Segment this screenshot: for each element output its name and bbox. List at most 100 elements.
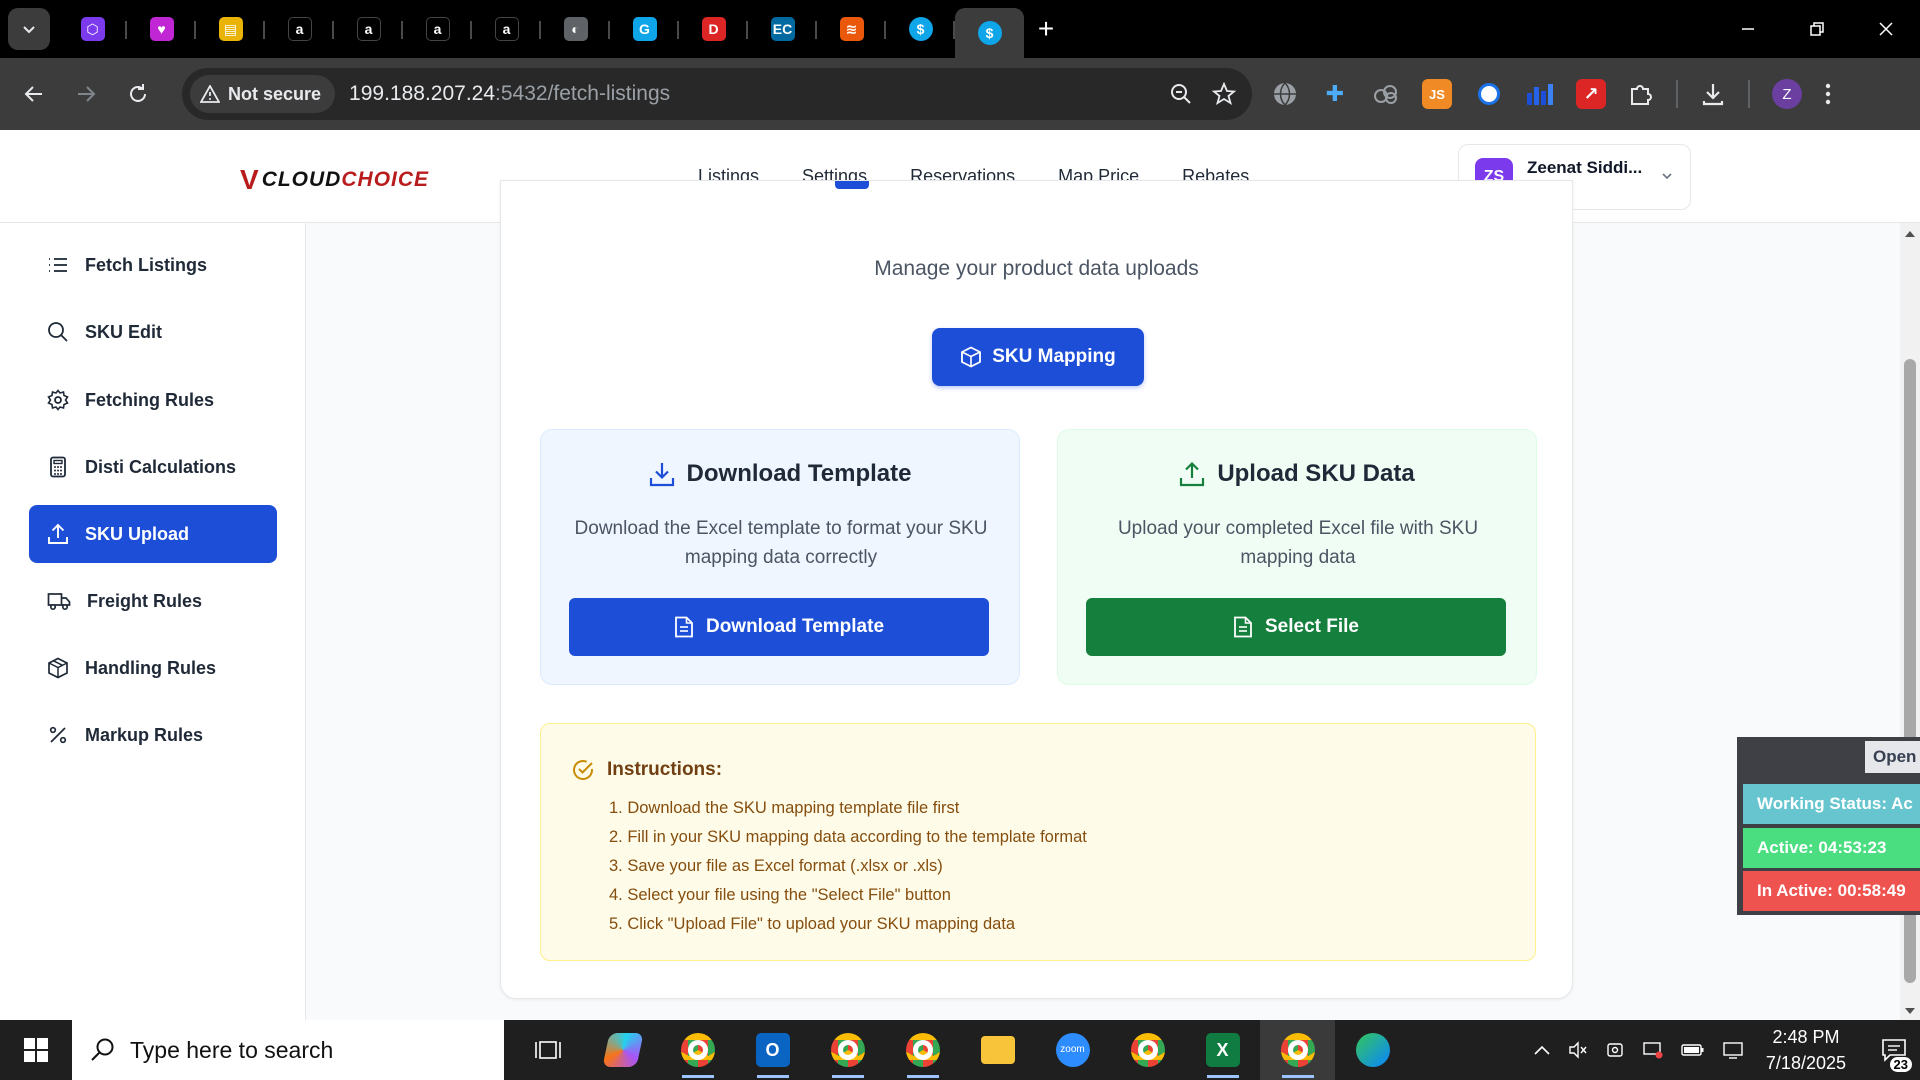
browser-tab[interactable]: G <box>610 7 679 51</box>
sidebar-item-disti-calculations[interactable]: Disti Calculations <box>29 438 277 496</box>
sidebar-item-fetch-listings[interactable]: Fetch Listings <box>29 236 277 294</box>
taskbar-excel[interactable]: X <box>1185 1020 1260 1080</box>
address-bar[interactable]: Not secure 199.188.207.24:5432/fetch-lis… <box>182 68 1252 120</box>
browser-tab[interactable]: a <box>472 7 541 51</box>
profile-avatar[interactable]: Z <box>1772 79 1802 109</box>
browser-tab[interactable]: ◐ <box>541 7 610 51</box>
plus-extension-icon[interactable]: ✚ <box>1320 79 1350 109</box>
taskbar-zoom[interactable]: zoom <box>1035 1020 1110 1080</box>
start-button[interactable] <box>0 1020 72 1080</box>
notification-count-badge: 23 <box>1889 1057 1912 1072</box>
sidebar-item-handling-rules[interactable]: Handling Rules <box>29 639 277 697</box>
zoom-app-icon: zoom <box>1055 1033 1090 1067</box>
arrow-extension-icon[interactable]: ↗ <box>1576 79 1606 109</box>
back-button[interactable] <box>8 68 60 120</box>
forward-button[interactable] <box>60 68 112 120</box>
minimize-button[interactable] <box>1713 0 1782 58</box>
sidebar-item-fetching-rules[interactable]: Fetching Rules <box>29 371 277 429</box>
sidebar-item-freight-rules[interactable]: Freight Rules <box>29 572 277 630</box>
taskbar-chrome[interactable] <box>1110 1020 1185 1080</box>
reload-button[interactable] <box>112 68 164 120</box>
url-host: 199.188.207.24 <box>349 82 496 105</box>
brand-logo[interactable]: V CLOUD CHOICE <box>240 164 429 196</box>
browser-tab[interactable]: a <box>265 7 334 51</box>
taskbar-chrome-active[interactable] <box>1260 1020 1335 1080</box>
taskbar-chrome-profile-1[interactable] <box>660 1020 735 1080</box>
dollar-icon: $ <box>908 17 933 41</box>
download-icon[interactable] <box>1700 81 1726 107</box>
edge-icon <box>1355 1033 1390 1067</box>
select-file-button[interactable]: Select File <box>1086 598 1506 656</box>
taskbar-file-explorer[interactable] <box>960 1020 1035 1080</box>
upload-panel-description: Upload your completed Excel file with SK… <box>1117 518 1479 568</box>
tab-active[interactable]: $ <box>955 8 1024 58</box>
browser-tab[interactable]: ≋ <box>817 7 886 51</box>
taskbar-chrome-profile-3[interactable] <box>885 1020 960 1080</box>
taskbar-edge[interactable] <box>1335 1020 1410 1080</box>
browser-tab[interactable]: ⬡ <box>58 7 127 51</box>
notification-center-button[interactable]: 23 <box>1868 1020 1920 1080</box>
display-alert-icon[interactable] <box>1642 1040 1664 1060</box>
url-text[interactable]: 199.188.207.24:5432/fetch-listings <box>349 82 670 106</box>
chrome-icon <box>1280 1033 1315 1067</box>
globe-extension-icon[interactable] <box>1272 81 1298 107</box>
percent-icon <box>49 726 67 744</box>
meet-now-icon[interactable] <box>1605 1040 1625 1060</box>
upload-management-card: Manage your product data uploads SKU Map… <box>500 180 1573 999</box>
taskbar-search[interactable]: Type here to search <box>72 1020 504 1080</box>
browser-tab[interactable]: ▤ <box>196 7 265 51</box>
circle-extension-icon[interactable] <box>1474 79 1504 109</box>
reload-icon <box>130 84 146 102</box>
bookmark-star-icon[interactable] <box>1212 82 1236 106</box>
kebab-menu-icon[interactable] <box>1824 82 1832 106</box>
tab-search-button[interactable] <box>8 8 50 50</box>
bar-chart-extension-icon[interactable] <box>1526 81 1554 107</box>
sidebar-item-sku-edit[interactable]: SKU Edit <box>29 303 277 361</box>
restore-button[interactable] <box>1782 0 1851 58</box>
taskbar-outlook[interactable]: O <box>735 1020 810 1080</box>
puzzle-extensions-icon[interactable] <box>1628 81 1654 107</box>
scroll-up-arrow-icon[interactable] <box>1900 227 1920 241</box>
sku-mapping-label: SKU Mapping <box>992 346 1116 367</box>
site-security-chip[interactable]: Not secure <box>190 75 336 113</box>
truck-icon <box>47 593 71 611</box>
instruction-step: 4. Select your file using the "Select Fi… <box>609 886 951 904</box>
new-tab-button[interactable]: + <box>1024 7 1068 51</box>
browser-tab[interactable]: a <box>334 7 403 51</box>
package-icon <box>48 657 68 679</box>
notebook-icon: ▤ <box>218 17 243 41</box>
download-template-button[interactable]: Download Template <box>569 598 989 656</box>
toolbar-separator <box>1676 80 1678 108</box>
browser-tab[interactable]: $ <box>886 7 955 51</box>
taskbar-clock[interactable]: 2:48 PM 7/18/2025 <box>1766 1024 1846 1076</box>
cloud-extension-icon[interactable] <box>1372 83 1400 105</box>
network-icon[interactable] <box>1722 1040 1744 1060</box>
sidebar-item-sku-upload[interactable]: SKU Upload <box>29 505 277 563</box>
js-extension-icon[interactable]: JS <box>1422 79 1452 109</box>
scroll-down-arrow-icon[interactable] <box>1900 1004 1920 1018</box>
page-subtitle: Manage your product data uploads <box>874 257 1199 280</box>
close-window-button[interactable] <box>1851 0 1920 58</box>
inactive-time-row: In Active: 00:58:49 <box>1743 871 1920 911</box>
taskbar-chrome-profile-2[interactable] <box>810 1020 885 1080</box>
chrome-icon <box>830 1033 865 1067</box>
sidebar-item-markup-rules[interactable]: Markup Rules <box>29 706 277 764</box>
windows-logo-icon <box>24 1038 48 1062</box>
open-widget-button[interactable]: Open <box>1865 741 1920 773</box>
chevron-up-icon[interactable] <box>1533 1044 1551 1056</box>
task-view-button[interactable] <box>510 1020 585 1080</box>
battery-icon[interactable] <box>1681 1042 1705 1058</box>
chrome-icon <box>905 1033 940 1067</box>
speaker-muted-icon[interactable] <box>1568 1040 1588 1060</box>
sku-mapping-button[interactable]: SKU Mapping <box>932 328 1144 386</box>
browser-tab[interactable]: D <box>679 7 748 51</box>
browser-tab[interactable]: EC <box>748 7 817 51</box>
browser-tab[interactable]: a <box>403 7 472 51</box>
zoom-icon[interactable] <box>1170 83 1192 105</box>
taskbar-copilot[interactable] <box>585 1020 660 1080</box>
browser-tab[interactable]: ♥ <box>127 7 196 51</box>
file-text-icon <box>1234 616 1252 638</box>
arrow-left-icon <box>24 86 42 102</box>
chrome-icon <box>680 1033 715 1067</box>
active-time-row: Active: 04:53:23 <box>1743 828 1920 868</box>
